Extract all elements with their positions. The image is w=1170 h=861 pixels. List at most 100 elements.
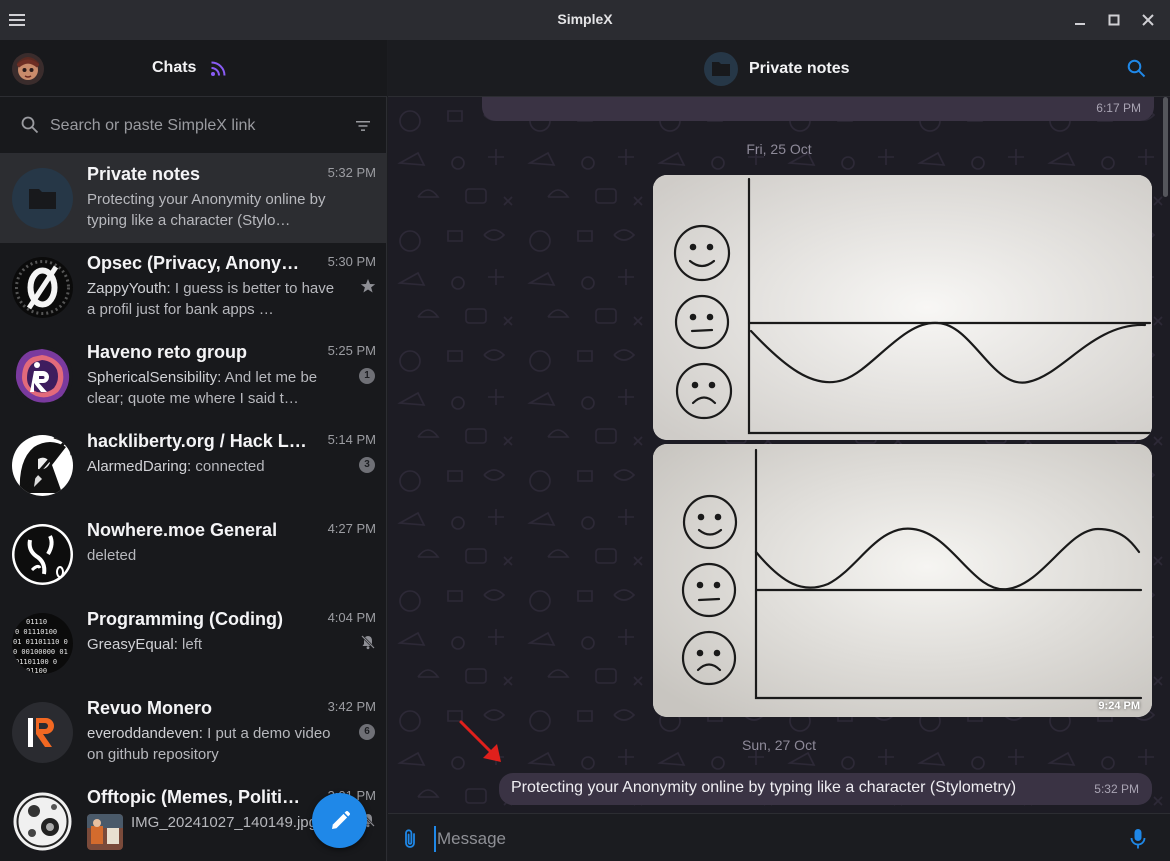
annotation-arrow-icon [459,720,501,762]
chat-time: 3:42 PM [327,699,376,714]
message-time: 5:32 PM [1094,782,1139,796]
chat-preview-text: Protecting your Anonymity online by typi… [87,191,326,229]
mood-graph-image [653,444,1152,717]
chat-preview: deleted [87,545,335,587]
chat-item-nowhere-moe[interactable]: Nowhere.moe General 4:27 PM deleted [0,510,387,599]
star-icon [360,279,376,293]
revuo-logo [12,702,73,763]
minimize-button[interactable] [1069,9,1091,31]
search-input[interactable] [50,113,340,139]
message-composer [388,813,1170,861]
chat-preview-sender: everoddandeven: [87,725,203,742]
unread-badge: 3 [359,457,375,473]
chat-item-opsec[interactable]: Opsec (Privacy, Anony… 5:30 PM ZappyYout… [0,243,387,332]
search-icon [21,116,39,134]
chat-preview: GreasyEqual: left [87,634,335,676]
microphone-icon[interactable] [1129,828,1147,850]
chat-time: 4:27 PM [327,521,376,536]
chat-time: 5:14 PM [327,432,376,447]
chat-time: 5:25 PM [327,343,376,358]
chat-item-private-notes[interactable]: Private notes 5:32 PM Protecting your An… [0,154,387,243]
chat-time: 5:30 PM [327,254,376,269]
image-thumbnail [87,814,123,850]
chat-preview: IMG_20241027_140149.jpg [131,812,331,854]
chat-item-hackliberty[interactable]: hackliberty.org / Hack L… 5:14 PM Alarme… [0,421,387,510]
chat-preview: ZappyYouth: I guess is better to have a … [87,278,335,320]
conversation-header: Private notes [388,40,1170,97]
image-message[interactable] [653,175,1152,440]
minimize-icon [1075,23,1085,25]
pencil-icon [331,810,350,829]
chat-time: 4:04 PM [327,610,376,625]
chat-avatar [12,435,73,496]
chat-preview: Protecting your Anonymity online by typi… [87,189,335,231]
conversation-title: Private notes [749,60,850,77]
chat-name: hackliberty.org / Hack L… [87,431,307,451]
image-thumbnail-picture [87,814,123,850]
maximize-icon [1108,14,1120,26]
unread-badge: 1 [359,368,375,384]
message-list: 6:17 PM Fri, 25 Oct 9:24 PM Sun, 27 Oct … [388,83,1170,813]
chat-preview: everoddandeven: I put a demo video on gi… [87,723,335,765]
chat-name: Revuo Monero [87,698,213,718]
close-icon [1142,14,1154,26]
chat-preview-text: IMG_20241027_140149.jpg [131,814,317,831]
svg-text:01 01101110 0: 01 01101110 0 [13,638,68,646]
muted-bell-icon [361,635,375,650]
chat-preview-sender: SphericalSensibility: [87,369,222,386]
chat-name: Private notes [87,164,201,184]
chat-time: 5:32 PM [327,165,376,180]
maximize-button[interactable] [1103,9,1125,31]
filter-icon[interactable] [355,118,371,134]
chat-preview-text: left [177,636,203,653]
chat-sidebar: Chats Private notes [0,40,387,861]
nowhere-logo [12,524,73,585]
chat-avatar [12,791,73,852]
scrollbar[interactable] [1163,97,1168,197]
chat-avatar [12,524,73,585]
haveno-logo [12,346,73,407]
chat-preview: AlarmedDaring: connected [87,456,335,498]
conversation-avatar[interactable] [704,52,738,86]
message-bubble[interactable]: Protecting your Anonymity online by typi… [499,773,1152,805]
message-input[interactable] [434,826,1114,852]
close-button[interactable] [1137,9,1159,31]
chat-name: Opsec (Privacy, Anony… [87,253,300,273]
window-title: SimpleX [557,11,613,27]
rss-icon[interactable] [210,60,227,77]
svg-text:01110: 01110 [26,618,47,626]
title-bar: SimpleX [0,0,1170,40]
attachment-icon[interactable] [400,828,420,850]
chat-preview-text: deleted [87,547,137,564]
svg-text:0 01110100: 0 01110100 [15,628,57,636]
chat-list: Private notes 5:32 PM Protecting your An… [0,154,387,861]
svg-text:01101100 0: 01101100 0 [15,658,57,666]
reaper-logo [12,435,73,496]
null-symbol-logo [12,257,73,318]
chat-preview-sender: AlarmedDaring: [87,458,192,475]
chat-avatar [12,257,73,318]
search-icon[interactable] [1127,59,1146,78]
sidebar-header: Chats [0,40,387,97]
hamburger-menu-icon[interactable] [8,11,26,29]
chat-avatar [12,168,73,229]
chat-item-programming[interactable]: 01110 0 01110100 01 01101110 0 0 0010000… [0,599,387,688]
chat-item-revuo-monero[interactable]: Revuo Monero 3:42 PM everoddandeven: I p… [0,688,387,777]
binary-code-logo: 01110 0 01110100 01 01101110 0 0 0010000… [12,613,73,674]
chat-name: Offtopic (Memes, Politi… [87,787,301,807]
chat-name: Nowhere.moe General [87,520,278,540]
user-avatar-image [12,53,44,85]
svg-text:01100: 01100 [26,667,47,674]
user-avatar[interactable] [12,53,44,85]
chat-name: Programming (Coding) [87,609,283,629]
chat-preview-text: connected [191,458,265,475]
chat-avatar [12,346,73,407]
message-text: Protecting your Anonymity online by typi… [511,779,1017,796]
folder-icon [712,62,730,76]
chat-item-haveno[interactable]: Haveno reto group 5:25 PM SphericalSensi… [0,332,387,421]
new-chat-button[interactable] [312,793,367,848]
chat-name: Haveno reto group [87,342,248,362]
chat-preview: SphericalSensibility: And let me be clea… [87,367,335,409]
image-message[interactable]: 9:24 PM [653,444,1152,717]
svg-text:0 00100000 01: 0 00100000 01 [13,648,68,656]
